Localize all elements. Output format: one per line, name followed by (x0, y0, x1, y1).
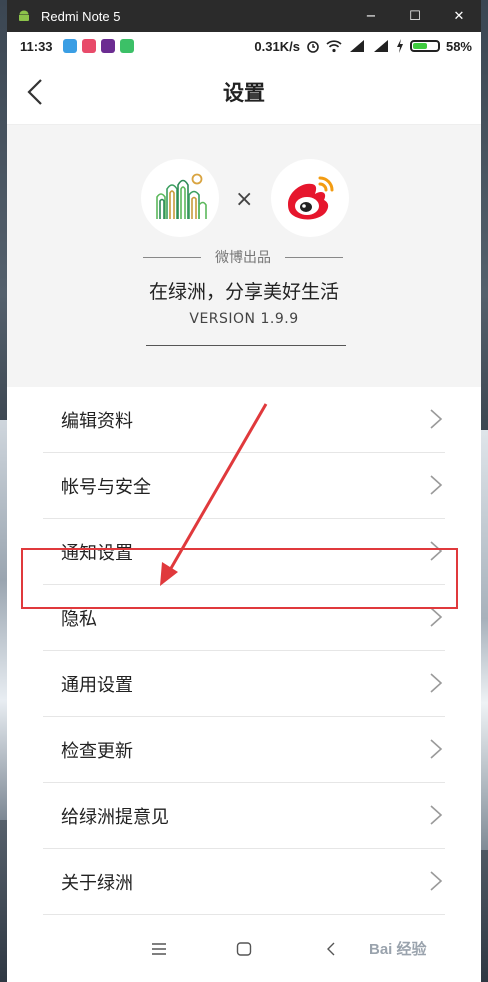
wifi-icon (326, 40, 342, 53)
about-banner: × 微博出品 在绿洲，分享美好生活 VERSION 1.9.9 (7, 125, 481, 387)
menu-item-feedback[interactable]: 给绿洲提意见 (43, 783, 445, 849)
window-titlebar: Redmi Note 5 − ☐ ✕ (7, 0, 481, 32)
chevron-right-icon (430, 673, 443, 693)
alarm-icon (307, 41, 319, 53)
phone-screen: 11:33 0.31K/s 58% 设置 × 微博出品 在绿洲，分享美好生活 V… (7, 32, 481, 982)
menu-item-label: 通知设置 (61, 542, 133, 564)
close-button[interactable]: ✕ (437, 0, 481, 32)
status-bar: 11:33 0.31K/s 58% (7, 32, 481, 60)
menu-item-label: 隐私 (61, 608, 97, 630)
app-notification-icon (100, 39, 115, 53)
menu-item-label: 给绿洲提意见 (61, 806, 169, 828)
page-title: 设置 (223, 81, 265, 105)
settings-menu: 编辑资料 帐号与安全 通知设置 隐私 通用设置 检查更新 给绿洲提意见 关于绿洲 (7, 387, 481, 915)
battery-icon (409, 40, 440, 52)
made-by-weibo: 微博出品 (143, 247, 343, 267)
menu-item-label: 检查更新 (61, 740, 133, 762)
back-icon[interactable] (23, 78, 47, 106)
app-notification-icon (62, 39, 77, 53)
chevron-right-icon (430, 409, 443, 429)
menu-item-account-security[interactable]: 帐号与安全 (43, 453, 445, 519)
back-nav-icon[interactable] (325, 942, 337, 956)
weibo-logo (271, 159, 349, 237)
menu-item-check-update[interactable]: 检查更新 (43, 717, 445, 783)
cross-symbol: × (235, 187, 254, 212)
chevron-right-icon (430, 607, 443, 627)
app-version: VERSION 1.9.9 (189, 311, 299, 327)
menu-item-edit-profile[interactable]: 编辑资料 (43, 387, 445, 453)
menu-item-label: 关于绿洲 (61, 872, 133, 894)
maximize-button[interactable]: ☐ (393, 0, 437, 32)
menu-item-general[interactable]: 通用设置 (43, 651, 445, 717)
menu-item-about[interactable]: 关于绿洲 (43, 849, 445, 915)
menu-item-label: 编辑资料 (61, 410, 133, 432)
chevron-right-icon (430, 871, 443, 891)
minimize-button[interactable]: − (349, 0, 393, 32)
battery-fill (412, 43, 427, 49)
page-header: 设置 (7, 60, 481, 125)
menu-item-label: 帐号与安全 (61, 476, 151, 498)
battery-percent: 58% (445, 38, 472, 54)
menu-item-notifications[interactable]: 通知设置 (43, 519, 445, 585)
app-notification-icon (119, 39, 134, 53)
oasis-logo-icon (156, 173, 207, 219)
menu-item-privacy[interactable]: 隐私 (43, 585, 445, 651)
baidu-watermark: Bai 经验 (369, 941, 427, 958)
window-title: Redmi Note 5 (41, 8, 121, 24)
chevron-right-icon (430, 541, 443, 561)
menu-item-label: 通用设置 (61, 674, 133, 696)
app-slogan: 在绿洲，分享美好生活 (148, 281, 339, 303)
weibo-logo-icon (288, 176, 334, 220)
menu-icon[interactable] (151, 942, 167, 956)
chevron-right-icon (430, 475, 443, 495)
charging-icon (396, 39, 403, 53)
network-speed: 0.31K/s (254, 38, 300, 54)
oasis-logo (141, 159, 219, 237)
divider (146, 345, 346, 346)
chevron-right-icon (430, 739, 443, 759)
chevron-right-icon (430, 805, 443, 825)
status-time: 11:33 (20, 38, 53, 54)
signal-icon (373, 40, 388, 52)
home-icon[interactable] (236, 942, 252, 956)
android-icon (19, 10, 29, 21)
app-notification-icon (81, 39, 96, 53)
signal-icon (349, 40, 364, 52)
